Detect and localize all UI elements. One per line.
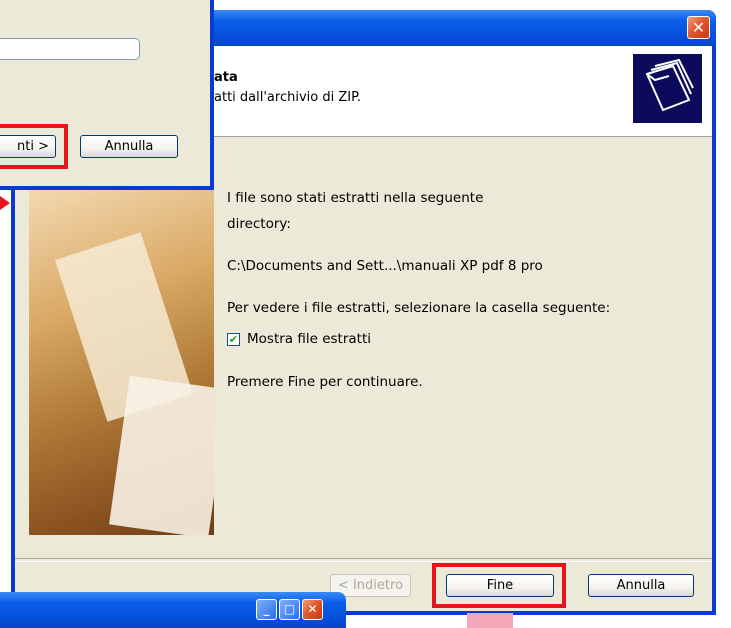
continue-text: Premere Fine per continuare. [227,374,423,390]
folders-icon [633,54,702,123]
dialog-path-input[interactable] [0,38,140,60]
close-icon: ✕ [691,18,706,37]
minimize-button[interactable]: _ [256,599,277,620]
extraction-path: C:\Documents and Sett...\manuali XP pdf … [227,258,543,274]
next-highlight [0,124,68,169]
previous-dialog-window: nti > Annulla [0,0,214,190]
maximize-button[interactable]: □ [279,599,300,620]
cancel-button[interactable]: Annulla [588,574,694,597]
dialog-cancel-button[interactable]: Annulla [80,135,178,158]
header-title: ata [214,70,238,85]
maximize-icon: □ [283,602,296,616]
wizard-side-image [29,182,214,535]
bottom-window-title-bar[interactable]: _ □ ✕ [0,592,346,628]
instruction-text: Per vedere i file estratti, selezionare … [227,300,611,316]
show-files-checkbox[interactable]: ✔ [227,333,240,346]
directory-label: directory: [227,216,291,232]
dialog-client-area: nti > Annulla [0,0,210,186]
footer-divider [15,558,712,562]
finish-highlight [432,563,566,608]
pointer-arrow-icon [0,196,10,210]
close-icon: ✕ [307,602,318,616]
header-subtitle: atti dall'archivio di ZIP. [214,90,362,105]
pointer-arrow-stem [467,613,513,628]
extracted-message: I file sono stati estratti nella seguent… [227,190,484,206]
bottom-close-button[interactable]: ✕ [302,599,323,620]
show-files-label[interactable]: Mostra file estratti [247,331,371,347]
close-button[interactable]: ✕ [687,16,710,39]
checkmark-icon: ✔ [228,333,239,346]
minimize-icon: _ [263,602,270,616]
